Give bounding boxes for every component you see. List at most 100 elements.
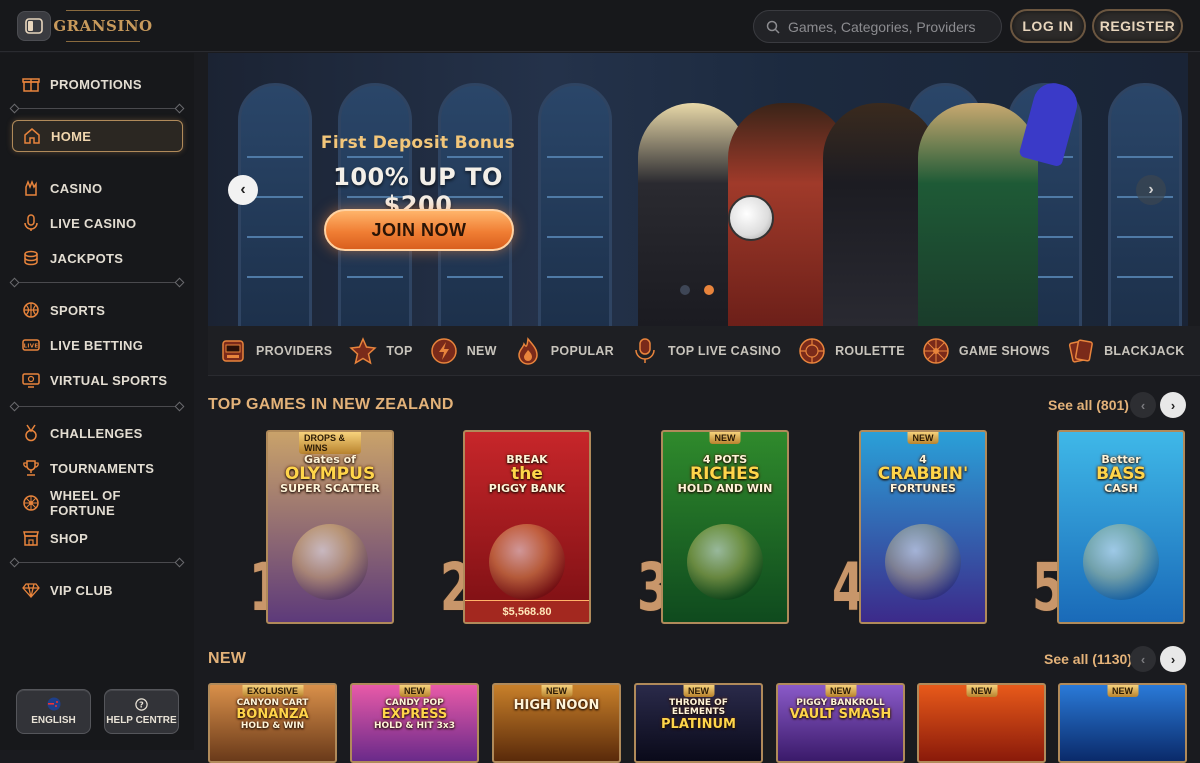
- sidebar-item-jackpots[interactable]: JACKPOTS: [12, 242, 183, 274]
- home-icon: [23, 127, 41, 145]
- header: GRANSINO LOG IN REGISTER: [0, 0, 1200, 52]
- banner-pagination: [680, 285, 714, 295]
- help-icon: ?: [135, 697, 148, 711]
- game-card[interactable]: NEW PIGGY BANKROLL VAULT SMASH: [776, 683, 905, 763]
- search-icon: [766, 20, 780, 34]
- game-card[interactable]: EXCLUSIVE CANYON CART BONANZA HOLD & WIN: [208, 683, 337, 763]
- category-popular[interactable]: POPULAR: [513, 336, 614, 366]
- top-games-next-button[interactable]: ›: [1160, 392, 1186, 418]
- new-games-next-button[interactable]: ›: [1160, 646, 1186, 672]
- game-artwork: [885, 524, 961, 600]
- banner-arch-decoration: [1108, 83, 1182, 326]
- category-blackjack[interactable]: BLACKJACK: [1066, 336, 1184, 366]
- sidebar-item-label: WHEEL OF FORTUNE: [50, 488, 121, 518]
- category-top-live-casino[interactable]: TOP LIVE CASINO: [630, 336, 781, 366]
- banner-dot-1[interactable]: [680, 285, 690, 295]
- sidebar-item-casino[interactable]: CASINO: [12, 172, 183, 204]
- game-card[interactable]: DROPS & WINS Gates of OLYMPUS SUPER SCATTER: [266, 430, 394, 624]
- category-label: TOP LIVE CASINO: [668, 343, 782, 358]
- game-card[interactable]: NEW 4 POTS RICHES HOLD AND WIN: [661, 430, 789, 624]
- sidebar-toggle-icon: [25, 18, 43, 34]
- game-title-art: HIGH NOON: [513, 698, 600, 713]
- roulette-icon: [797, 336, 827, 366]
- banner-next-button[interactable]: ›: [1136, 175, 1166, 205]
- banner-prev-button[interactable]: ‹: [228, 175, 258, 205]
- join-now-button[interactable]: JOIN NOW: [324, 209, 514, 251]
- game-title-art: CANYON CART BONANZA HOLD & WIN: [236, 698, 309, 732]
- sidebar-item-home[interactable]: HOME: [12, 120, 183, 152]
- category-label: ROULETTE: [835, 343, 905, 358]
- sidebar-item-virtual-sports[interactable]: VIRTUAL SPORTS: [12, 364, 183, 396]
- language-button[interactable]: ENGLISH: [16, 689, 91, 734]
- casino-hand-icon: [22, 179, 40, 197]
- sidebar-item-challenges[interactable]: CHALLENGES: [12, 417, 183, 449]
- game-badge: DROPS & WINS: [299, 432, 361, 454]
- category-providers[interactable]: PROVIDERS: [218, 336, 332, 366]
- top-games-title: TOP GAMES IN NEW ZEALAND: [208, 396, 454, 413]
- game-title-art: THRONE OF ELEMENTS PLATINUM: [661, 698, 736, 732]
- monitor-icon: [22, 371, 40, 389]
- top-games-see-all-link[interactable]: See all (801): [1048, 397, 1129, 413]
- sidebar-item-tournaments[interactable]: TOURNAMENTS: [12, 452, 183, 484]
- new-games-title: NEW: [208, 650, 247, 667]
- cards-icon: [1066, 336, 1096, 366]
- category-label: POPULAR: [550, 343, 614, 358]
- game-badge: NEW: [683, 685, 714, 697]
- sidebar-toggle-button[interactable]: [17, 11, 51, 41]
- game-card[interactable]: NEW 4 CRABBIN' FORTUNES: [859, 430, 987, 624]
- sidebar-item-label: TOURNAMENTS: [50, 460, 155, 476]
- sidebar-item-label: CHALLENGES: [50, 425, 143, 441]
- banner-dot-2[interactable]: [704, 285, 714, 295]
- top-games-prev-button[interactable]: ‹: [1130, 392, 1156, 418]
- game-title-art: 4 POTS RICHES HOLD AND WIN: [677, 453, 773, 496]
- game-artwork: [292, 524, 368, 600]
- sidebar-divider: [9, 277, 185, 288]
- game-card[interactable]: NEW THRONE OF ELEMENTS PLATINUM: [634, 683, 763, 763]
- game-badge: NEW: [399, 685, 430, 697]
- game-badge: NEW: [709, 432, 741, 444]
- category-game-shows[interactable]: GAME SHOWS: [921, 336, 1050, 366]
- sidebar-divider: [9, 401, 185, 412]
- game-title-art: PIGGY BANKROLL VAULT SMASH: [789, 698, 892, 723]
- search-input[interactable]: [788, 18, 988, 35]
- login-button[interactable]: LOG IN: [1010, 9, 1086, 43]
- sidebar-item-label: CASINO: [50, 180, 103, 196]
- help-centre-button[interactable]: ? HELP CENTRE: [104, 689, 179, 734]
- sidebar-item-label: LIVE BETTING: [50, 337, 144, 353]
- sidebar-item-vip-club[interactable]: VIP CLUB: [12, 574, 183, 606]
- register-button[interactable]: REGISTER: [1092, 9, 1183, 43]
- medal-icon: [22, 424, 40, 442]
- banner-arch-decoration: [238, 83, 312, 326]
- trophy-icon: [22, 459, 40, 477]
- sidebar-item-label: HOME: [51, 128, 92, 144]
- new-games-see-all-link[interactable]: See all (1130): [1044, 651, 1132, 667]
- category-new[interactable]: NEW: [429, 336, 497, 366]
- promo-banner[interactable]: First Deposit Bonus 100% UP TO $200 JOIN…: [208, 53, 1188, 326]
- diamond-icon: [22, 581, 40, 599]
- category-label: GAME SHOWS: [958, 343, 1051, 358]
- game-artwork: [1083, 524, 1159, 600]
- sidebar-item-wheel-of-fortune[interactable]: WHEEL OF FORTUNE: [12, 487, 183, 519]
- game-badge: NEW: [825, 685, 856, 697]
- soccer-ball-image: [728, 195, 774, 241]
- slot-machine-icon: [218, 336, 248, 366]
- logo[interactable]: GRANSINO: [53, 10, 152, 42]
- category-roulette[interactable]: ROULETTE: [797, 336, 905, 366]
- sidebar-item-sports[interactable]: SPORTS: [12, 294, 183, 326]
- category-top[interactable]: TOP: [348, 336, 412, 366]
- game-card[interactable]: NEW CANDY POP EXPRESS HOLD & HIT 3x3: [350, 683, 479, 763]
- search-bar[interactable]: [753, 10, 1002, 43]
- game-card[interactable]: Better BASS CASH: [1057, 430, 1185, 624]
- sidebar-item-live-betting[interactable]: LIVE LIVE BETTING: [12, 329, 183, 361]
- game-card[interactable]: NEW: [917, 683, 1046, 763]
- sidebar-item-shop[interactable]: SHOP: [12, 522, 183, 554]
- sidebar-item-label: VIP CLUB: [50, 582, 113, 598]
- game-badge: NEW: [907, 432, 939, 444]
- game-card[interactable]: BREAK the PIGGY BANK $5,568.80: [463, 430, 591, 624]
- sidebar-item-live-casino[interactable]: LIVE CASINO: [12, 207, 183, 239]
- game-card[interactable]: NEW HIGH NOON: [492, 683, 621, 763]
- new-games-prev-button[interactable]: ‹: [1130, 646, 1156, 672]
- sidebar-item-promotions[interactable]: PROMOTIONS: [12, 68, 183, 100]
- flame-icon: [513, 336, 543, 366]
- game-card[interactable]: NEW: [1058, 683, 1187, 763]
